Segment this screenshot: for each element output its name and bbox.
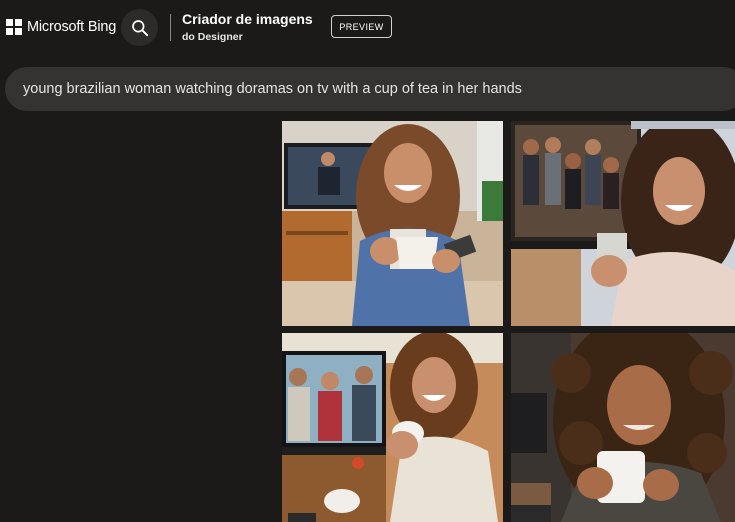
prompt-input[interactable]: young brazilian woman watching doramas o…: [5, 67, 735, 111]
preview-badge: PREVIEW: [331, 15, 392, 38]
search-button[interactable]: [121, 9, 158, 46]
generated-image-3[interactable]: [282, 333, 503, 522]
prompt-text: young brazilian woman watching doramas o…: [23, 81, 522, 97]
generated-image-2[interactable]: [511, 121, 735, 326]
generated-image-4[interactable]: [511, 333, 735, 522]
generated-image-1[interactable]: [282, 121, 503, 326]
app-subtitle: do Designer: [182, 31, 243, 43]
app-title: Criador de imagens: [182, 11, 313, 27]
top-header: Microsoft Bing Criador de imagens do Des…: [0, 0, 735, 58]
microsoft-bing-logo[interactable]: Microsoft Bing: [6, 19, 116, 35]
microsoft-logo-icon: [6, 19, 22, 35]
header-divider: [170, 14, 171, 41]
image-3-picture: [282, 333, 503, 522]
app-title-block: Criador de imagens do Designer: [182, 11, 313, 43]
image-4-picture: [511, 333, 735, 522]
search-icon: [131, 19, 148, 36]
brand-name: Microsoft Bing: [27, 19, 117, 35]
image-1-picture: [282, 121, 503, 326]
image-2-picture: [511, 121, 735, 326]
